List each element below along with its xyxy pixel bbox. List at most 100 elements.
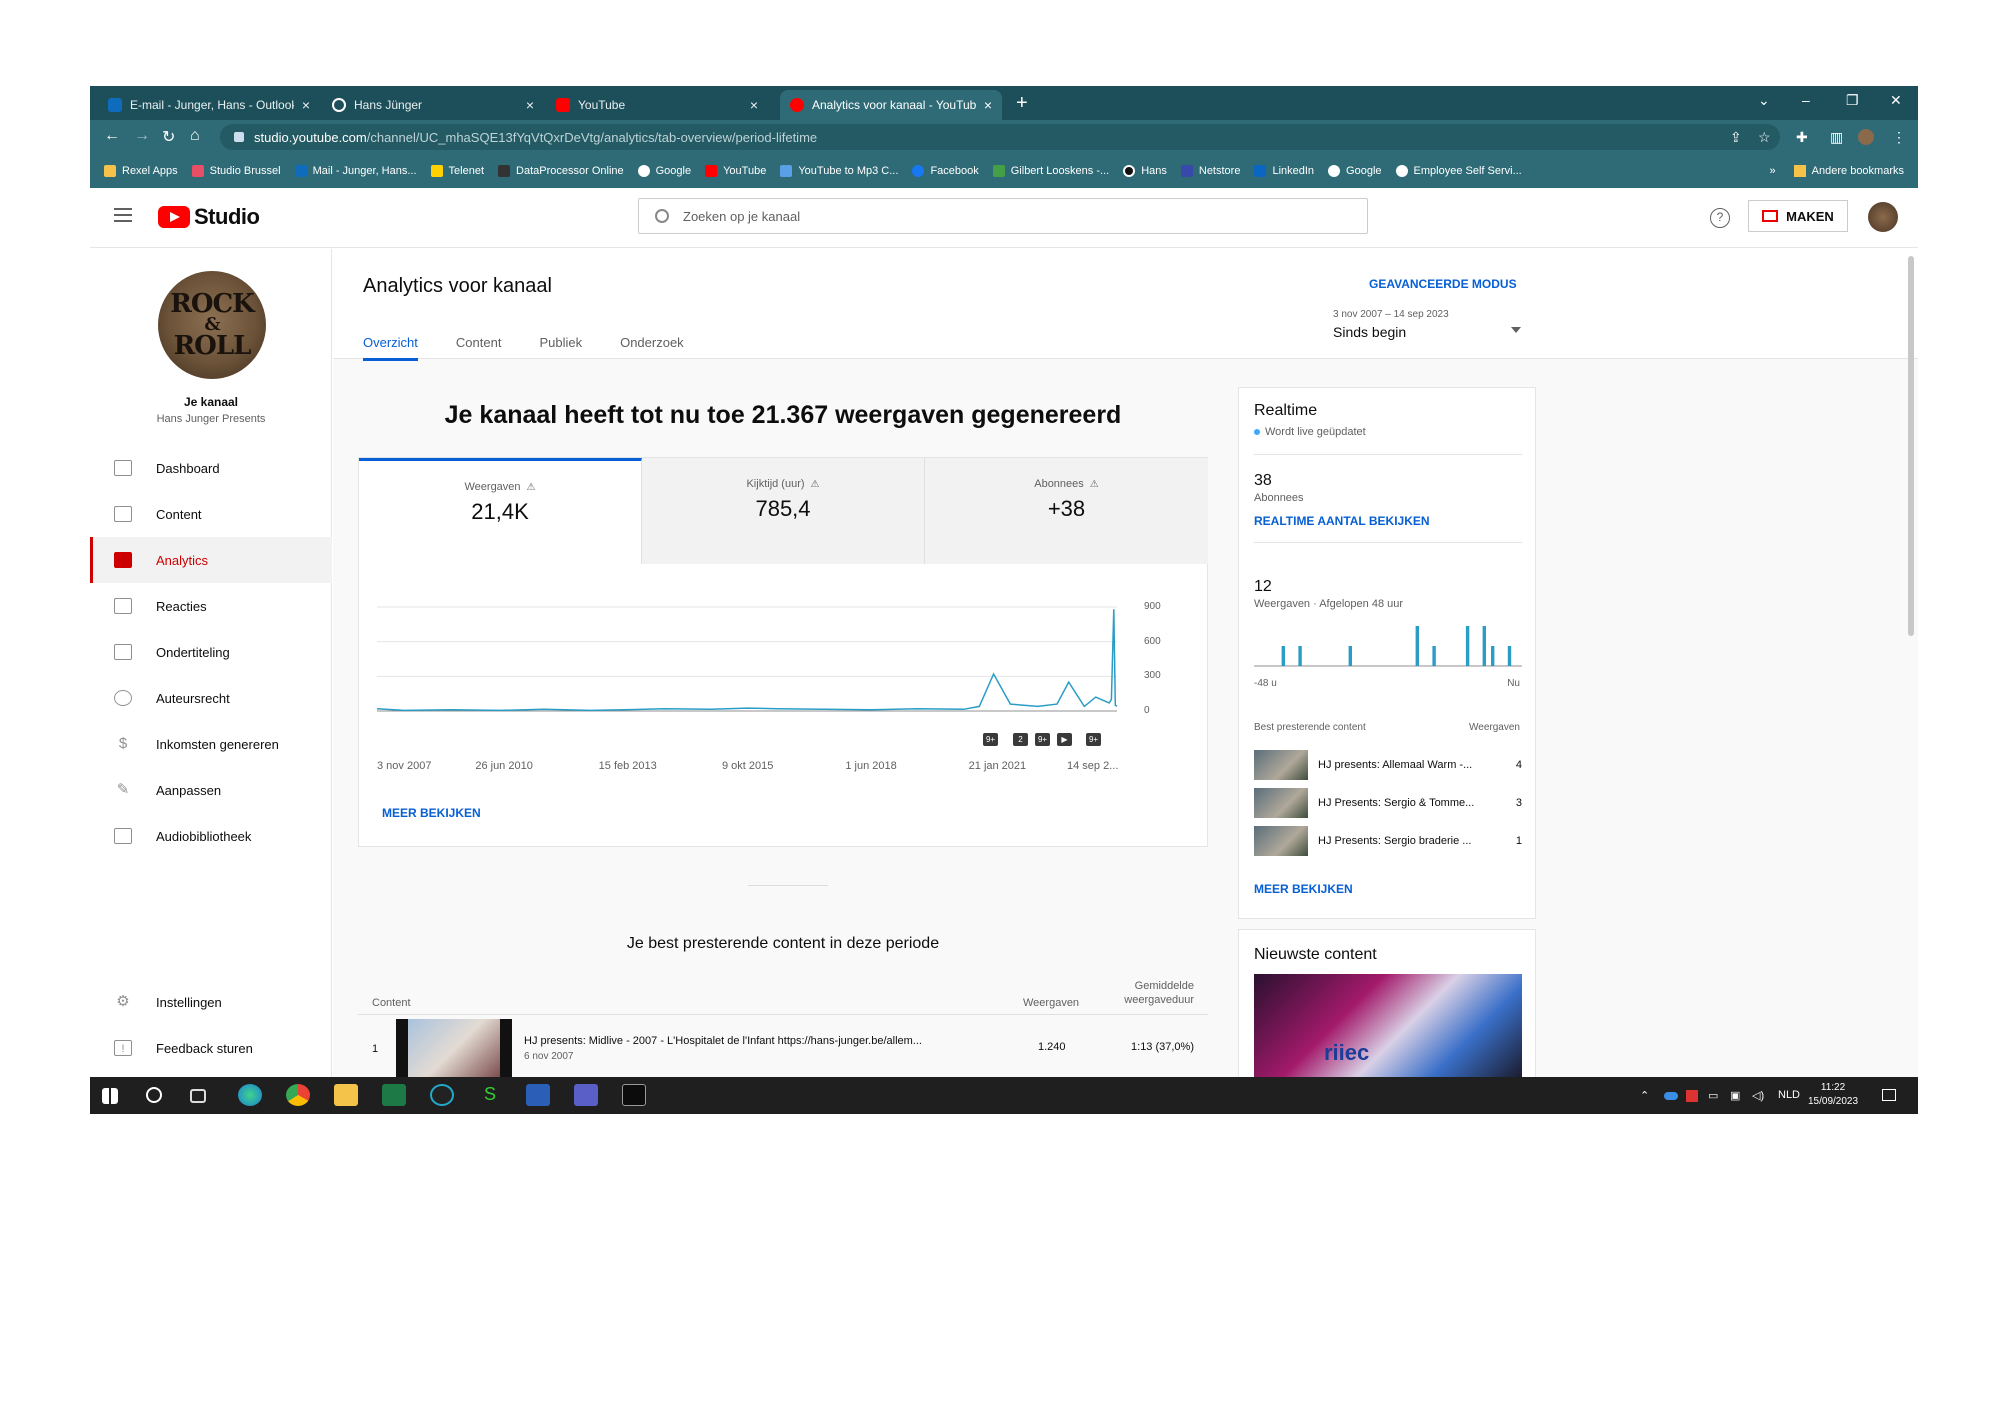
bookmark[interactable]: Google [1328,165,1382,177]
see-more-link[interactable]: MEER BEKIJKEN [1254,882,1353,896]
video-thumbnail[interactable] [1254,826,1308,856]
bookmark[interactable]: Employee Self Servi... [1395,165,1522,177]
list-item[interactable]: HJ Presents: Sergio braderie ... 1 [1254,826,1522,856]
scrollbar[interactable] [1908,256,1914,636]
bookmark[interactable]: YouTube [705,165,766,177]
network-icon[interactable]: ▭ [1708,1089,1718,1102]
dollar-app-icon[interactable]: S [478,1084,502,1106]
views-series-line[interactable] [377,609,1118,712]
word-icon[interactable] [526,1084,550,1106]
studio-logo-text[interactable]: Studio [194,204,260,230]
bookmark[interactable]: Netstore [1180,165,1240,177]
views-line-chart[interactable] [377,603,1137,723]
search-input[interactable]: Zoeken op je kanaal [638,198,1368,234]
list-item[interactable]: HJ Presents: Sergio & Tomme... 3 [1254,788,1522,818]
chevron-down-icon[interactable] [1511,327,1521,333]
bookmark[interactable]: Studio Brussel [191,165,281,177]
realtime-bar[interactable] [1432,646,1436,666]
realtime-bar[interactable] [1415,626,1419,666]
teams-icon[interactable] [574,1084,598,1106]
upload-marker[interactable]: 9+ [1086,733,1101,746]
restore-button[interactable]: ❐ [1846,92,1859,109]
new-tab-button[interactable]: + [1016,92,1028,115]
task-view-icon[interactable] [190,1089,206,1103]
search-icon[interactable] [146,1087,162,1103]
home-icon[interactable]: ⌂ [190,127,200,145]
sidebar-item-audio-library[interactable]: Audiobibliotheek [90,813,332,859]
onedrive-icon[interactable] [1664,1092,1678,1100]
edge-icon[interactable] [238,1084,262,1106]
create-button[interactable]: MAKEN [1748,200,1848,232]
video-title[interactable]: HJ Presents: Sergio & Tomme... [1318,797,1488,809]
see-more-link[interactable]: MEER BEKIJKEN [382,806,481,820]
bookmark[interactable]: Gilbert Looskens -... [992,165,1109,177]
star-icon[interactable]: ☆ [1758,129,1771,146]
upload-marker[interactable]: 2 [1013,733,1028,746]
bookmark[interactable]: Hans [1123,165,1167,177]
file-explorer-icon[interactable] [334,1084,358,1106]
advanced-mode-button[interactable]: GEAVANCEERDE MODUS [1369,277,1517,291]
realtime-bar[interactable] [1281,646,1285,666]
tab-search-icon[interactable]: ⌄ [1758,92,1770,109]
metric-subscribers[interactable]: Abonnees ⚠ +38 [925,458,1208,564]
tab-research[interactable]: Onderzoek [620,335,684,361]
terminal-icon[interactable] [622,1084,646,1106]
app-icon[interactable] [430,1084,454,1106]
windows-start-icon[interactable] [102,1088,118,1104]
bookmark[interactable]: Mail - Junger, Hans... [294,165,417,177]
date-range-picker[interactable]: 3 nov 2007 – 14 sep 2023 Sinds begin [1333,309,1449,340]
realtime-bar[interactable] [1465,626,1470,666]
excel-icon[interactable] [382,1084,406,1106]
bookmark[interactable]: Rexel Apps [104,165,178,177]
help-icon[interactable]: ? [1710,208,1730,228]
video-thumbnail[interactable] [1254,788,1308,818]
sidebar-item-subtitles[interactable]: Ondertiteling [90,629,332,675]
realtime-bar[interactable] [1348,646,1352,666]
sidebar-item-monetization[interactable]: $ Inkomsten genereren [90,721,332,767]
realtime-link[interactable]: REALTIME AANTAL BEKIJKEN [1254,514,1430,528]
realtime-bar[interactable] [1482,626,1486,666]
display-icon[interactable]: ▣ [1730,1089,1740,1102]
browser-tab[interactable]: YouTube × [546,90,768,120]
video-title[interactable]: HJ presents: Allemaal Warm -... [1318,759,1488,771]
account-avatar[interactable] [1868,202,1898,232]
profile-avatar[interactable] [1858,129,1874,145]
close-icon[interactable]: × [984,97,992,113]
extensions-icon[interactable]: ✚ [1796,129,1808,146]
realtime-bar-chart[interactable] [1254,618,1522,674]
browser-tab[interactable]: Hans Jünger × [322,90,544,120]
sidebar-item-content[interactable]: Content [90,491,332,537]
url-input[interactable]: studio.youtube.com /channel/UC_mhaSQE13f… [220,124,1780,150]
hamburger-menu-icon[interactable] [114,208,132,222]
menu-icon[interactable]: ⋮ [1892,129,1906,146]
close-icon[interactable]: × [302,97,310,113]
other-bookmarks[interactable]: » Andere bookmarks [1770,165,1904,177]
close-icon[interactable]: × [750,97,758,113]
upload-marker[interactable]: ▶ [1057,733,1072,746]
list-item[interactable]: HJ presents: Allemaal Warm -... 4 [1254,750,1522,780]
share-icon[interactable]: ⇪ [1730,129,1742,146]
table-row[interactable]: 1 HJ presents: Midlive - 2007 - L'Hospit… [358,1017,1208,1079]
chevron-up-icon[interactable]: ⌃ [1640,1089,1649,1102]
video-thumbnail[interactable] [1254,750,1308,780]
chrome-icon[interactable] [286,1084,310,1106]
browser-tab[interactable]: E-mail - Junger, Hans - Outlook × [98,90,320,120]
video-title[interactable]: HJ presents: Midlive - 2007 - L'Hospital… [524,1035,994,1047]
reload-icon[interactable]: ↻ [162,127,175,147]
forward-icon[interactable]: → [134,127,150,145]
back-icon[interactable]: ← [104,127,120,145]
sidebar-item-feedback[interactable]: ! Feedback sturen [90,1025,332,1071]
sidebar-item-analytics[interactable]: Analytics [90,537,332,583]
sidebar-item-dashboard[interactable]: Dashboard [90,445,332,491]
column-header[interactable]: Gemiddelde weergaveduur [1118,979,1194,1007]
app-tray-icon[interactable] [1686,1090,1698,1102]
browser-tab-active[interactable]: Analytics voor kanaal - YouTube × [780,90,1002,120]
bookmark[interactable]: YouTube to Mp3 C... [780,165,898,177]
language-indicator[interactable]: NLD [1778,1089,1800,1101]
bookmark[interactable]: Google [637,165,691,177]
channel-avatar[interactable]: ROCK & ROLL [158,271,266,379]
realtime-bar[interactable] [1298,646,1302,666]
column-header[interactable]: Weergaven [1023,997,1079,1009]
bookmark[interactable]: Telenet [430,165,484,177]
overflow-icon[interactable]: » [1770,165,1776,177]
